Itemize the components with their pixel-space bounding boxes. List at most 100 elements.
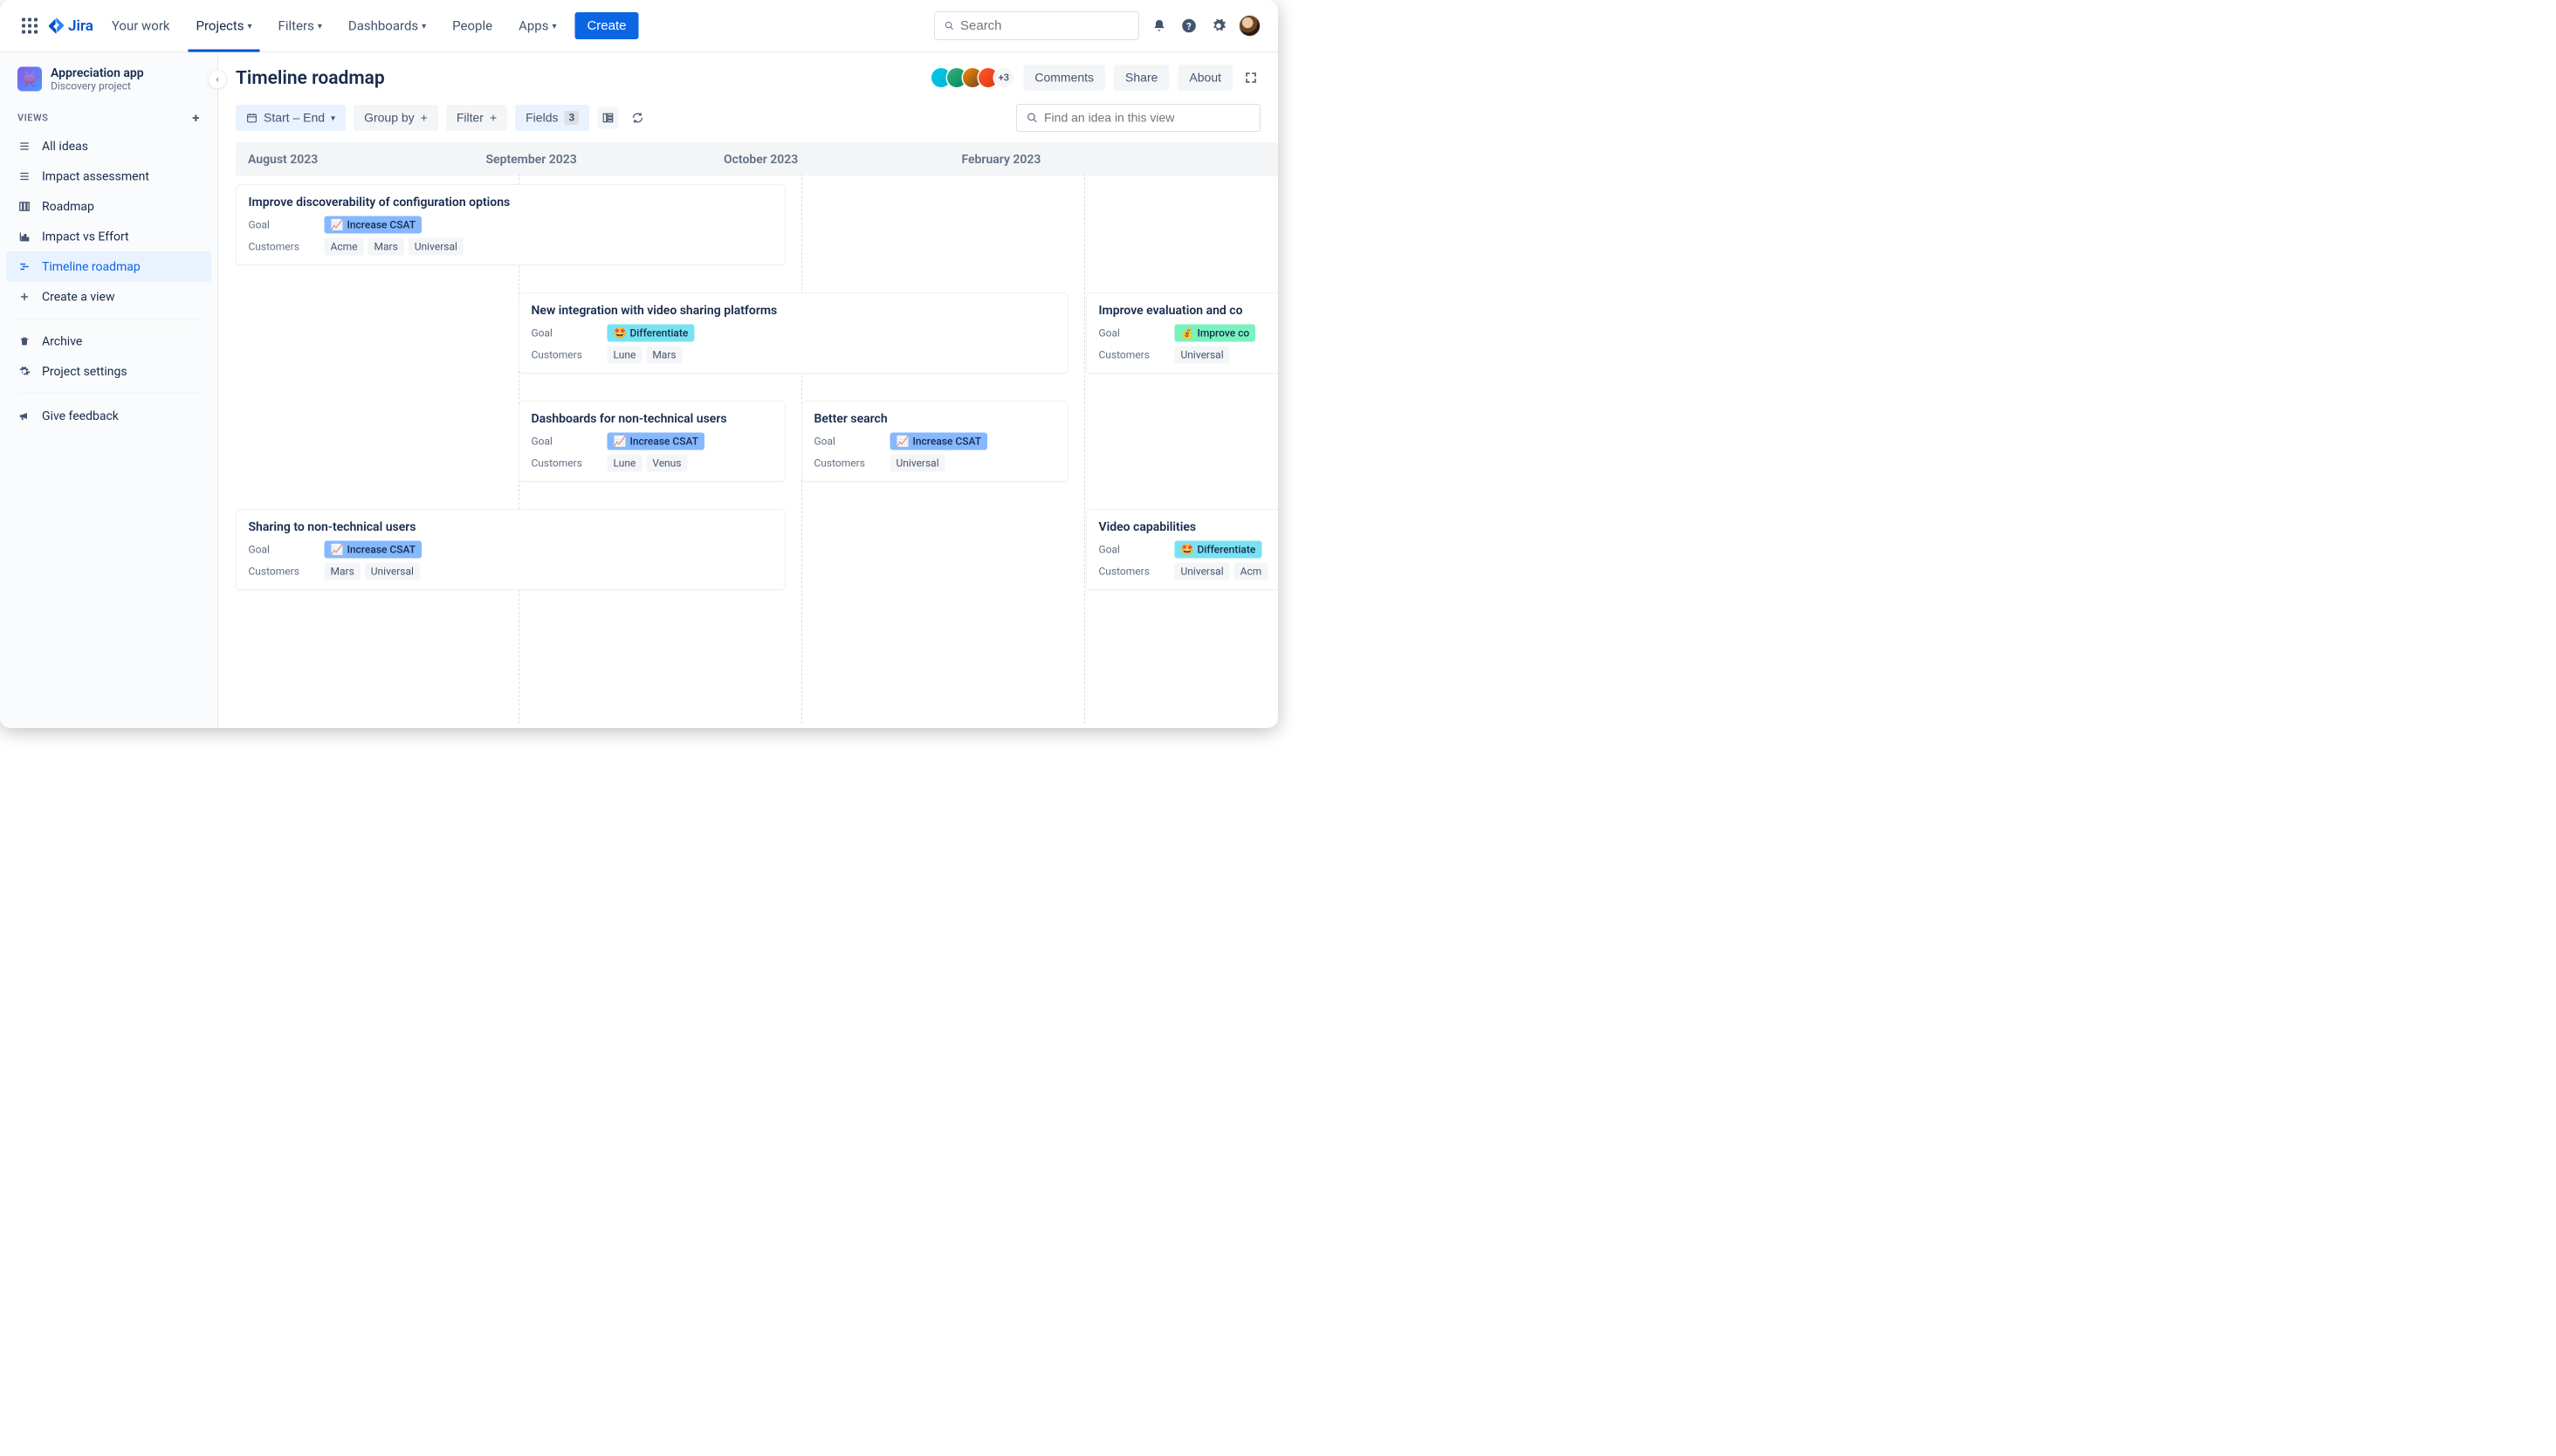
goal-tag: 📈Increase CSAT bbox=[890, 433, 988, 450]
goal-label: Goal bbox=[1099, 327, 1165, 340]
sidebar-item-timeline-roadmap[interactable]: Timeline roadmap bbox=[6, 251, 211, 282]
idea-card[interactable]: Improve evaluation and co Goal 💰Improve co… bbox=[1086, 293, 1278, 374]
goal-tag: 🤩Differentiate bbox=[1175, 541, 1262, 559]
card-title: New integration with video sharing platf… bbox=[532, 303, 1056, 318]
goal-tag: 📈Increase CSAT bbox=[325, 541, 423, 559]
nav-projects[interactable]: Projects▾ bbox=[189, 0, 260, 52]
customer-chip: Acme bbox=[325, 238, 364, 256]
goal-label: Goal bbox=[1099, 544, 1165, 556]
idea-card[interactable]: Improve discoverability of configuration… bbox=[236, 185, 786, 266]
sidebar-item-impact-vs-effort[interactable]: Impact vs Effort bbox=[0, 222, 217, 252]
card-title: Improve evaluation and co bbox=[1099, 303, 1279, 318]
timeline-icon bbox=[17, 260, 31, 272]
find-idea-box[interactable] bbox=[1016, 104, 1261, 132]
create-button[interactable]: Create bbox=[574, 12, 638, 39]
jira-logo-text: Jira bbox=[68, 17, 93, 35]
customers-label: Customers bbox=[532, 457, 597, 470]
customers-label: Customers bbox=[1099, 566, 1165, 578]
sidebar-item-create-a-view[interactable]: Create a view bbox=[0, 282, 217, 312]
megaphone-icon bbox=[17, 409, 31, 422]
idea-card[interactable]: New integration with video sharing platf… bbox=[519, 293, 1068, 374]
trash-icon bbox=[17, 335, 31, 347]
goal-tag: 💰Improve co bbox=[1175, 325, 1256, 342]
customer-chip: Universal bbox=[409, 238, 464, 256]
month-header: February 2023 bbox=[949, 142, 1278, 176]
app-switcher-icon[interactable] bbox=[22, 18, 38, 34]
comments-button[interactable]: Comments bbox=[1023, 65, 1105, 91]
filter-button[interactable]: Filter+ bbox=[446, 105, 507, 131]
sidebar-collapse-button[interactable]: ‹ bbox=[208, 70, 227, 89]
idea-card[interactable]: Video capabilities Goal 🤩Differentiate Cust… bbox=[1086, 510, 1278, 591]
nav-people[interactable]: People bbox=[444, 0, 500, 52]
about-button[interactable]: About bbox=[1178, 65, 1233, 91]
automation-icon[interactable] bbox=[627, 107, 649, 129]
project-header[interactable]: 👾 Appreciation app Discovery project bbox=[0, 65, 217, 106]
svg-text:?: ? bbox=[1186, 20, 1192, 32]
sidebar-item-all-ideas[interactable]: All ideas bbox=[0, 131, 217, 161]
goal-tag: 🤩Differentiate bbox=[608, 325, 695, 342]
customer-chip: Mars bbox=[368, 238, 404, 256]
user-avatar[interactable] bbox=[1239, 15, 1261, 37]
nav-your-work[interactable]: Your work bbox=[104, 0, 178, 52]
sidebar-give-feedback[interactable]: Give feedback bbox=[0, 401, 217, 431]
chart-icon bbox=[17, 230, 31, 243]
customers-label: Customers bbox=[249, 241, 314, 253]
project-icon: 👾 bbox=[17, 66, 42, 91]
sidebar-item-label: Impact vs Effort bbox=[42, 230, 129, 244]
jira-logo[interactable]: Jira bbox=[48, 17, 93, 35]
list-icon bbox=[17, 170, 31, 182]
idea-card[interactable]: Dashboards for non-technical usersGoal📈I… bbox=[519, 402, 786, 483]
sidebar-archive[interactable]: Archive bbox=[0, 326, 217, 357]
customer-chip: Mars bbox=[325, 563, 361, 580]
nav-dashboards[interactable]: Dashboards▾ bbox=[340, 0, 434, 52]
find-idea-input[interactable] bbox=[1044, 111, 1250, 125]
customer-chip: Universal bbox=[890, 455, 945, 472]
card-title: Dashboards for non-technical users bbox=[532, 411, 773, 426]
global-search[interactable] bbox=[934, 11, 1139, 40]
columns-icon bbox=[17, 200, 31, 212]
share-button[interactable]: Share bbox=[1114, 65, 1169, 91]
goal-tag: 📈Increase CSAT bbox=[325, 216, 423, 234]
columns-config-icon[interactable] bbox=[597, 107, 619, 129]
customers-label: Customers bbox=[814, 457, 880, 470]
month-header: October 2023 bbox=[711, 142, 949, 176]
sidebar-item-impact-assessment[interactable]: Impact assessment bbox=[0, 161, 217, 192]
sidebar-item-label: Create a view bbox=[42, 290, 114, 305]
customer-chip: Universal bbox=[1175, 347, 1230, 364]
customer-chip: Acm bbox=[1234, 563, 1268, 580]
month-header: August 2023 bbox=[236, 142, 473, 176]
sidebar-item-label: Roadmap bbox=[42, 199, 94, 214]
help-icon[interactable]: ? bbox=[1179, 17, 1199, 36]
card-title: Sharing to non-technical users bbox=[249, 519, 773, 534]
sidebar-item-label: Impact assessment bbox=[42, 169, 149, 184]
plus-icon bbox=[17, 291, 31, 303]
collaborator-avatars[interactable]: +3 bbox=[936, 67, 1014, 89]
nav-filters[interactable]: Filters▾ bbox=[271, 0, 330, 52]
sidebar-item-label: Project settings bbox=[42, 364, 127, 379]
project-name: Appreciation app bbox=[51, 65, 144, 80]
fields-button[interactable]: Fields3 bbox=[515, 105, 589, 131]
gear-icon bbox=[17, 365, 31, 377]
sidebar-item-roadmap[interactable]: Roadmap bbox=[0, 191, 217, 222]
timeline: August 2023September 2023October 2023Feb… bbox=[218, 142, 1278, 728]
sidebar-item-label: Timeline roadmap bbox=[42, 259, 141, 274]
month-header: September 2023 bbox=[473, 142, 711, 176]
add-view-icon[interactable]: + bbox=[192, 111, 200, 127]
date-range-button[interactable]: Start – End ▾ bbox=[236, 105, 346, 131]
avatar-overflow[interactable]: +3 bbox=[993, 67, 1014, 89]
customer-chip: Mars bbox=[646, 347, 682, 364]
notifications-icon[interactable] bbox=[1150, 17, 1169, 36]
fullscreen-icon[interactable] bbox=[1241, 68, 1261, 87]
view-toolbar: Start – End ▾ Group by+ Filter+ Fields3 bbox=[218, 100, 1278, 142]
idea-card[interactable]: Better searchGoal📈Increase CSATCustomers… bbox=[801, 402, 1068, 483]
sidebar-project-settings[interactable]: Project settings bbox=[0, 356, 217, 387]
nav-apps[interactable]: Apps▾ bbox=[511, 0, 564, 52]
search-input[interactable] bbox=[960, 18, 1129, 33]
sidebar-item-label: Archive bbox=[42, 334, 82, 349]
card-title: Video capabilities bbox=[1099, 519, 1279, 534]
groupby-button[interactable]: Group by+ bbox=[354, 105, 438, 131]
settings-icon[interactable] bbox=[1209, 17, 1228, 36]
customer-chip: Universal bbox=[1175, 563, 1230, 580]
idea-card[interactable]: Sharing to non-technical usersGoal📈Incre… bbox=[236, 510, 786, 591]
calendar-icon bbox=[246, 113, 258, 124]
